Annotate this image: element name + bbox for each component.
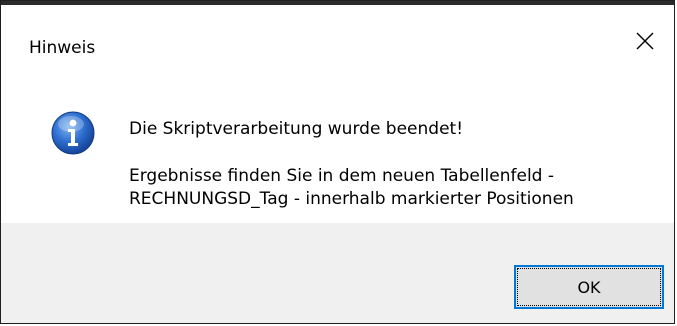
message-line-3: RECHNUNGSD_Tag - innerhalb markierter Po… xyxy=(129,189,574,209)
title-bar: Hinweis xyxy=(1,5,674,83)
message-line-2: Ergebnisse finden Sie in dem neuen Tabel… xyxy=(129,166,555,186)
message-line-1: Die Skriptverarbeitung wurde beendet! xyxy=(129,119,464,139)
dialog-title: Hinweis xyxy=(29,38,96,58)
ok-button[interactable]: OK xyxy=(514,265,664,309)
dialog-content: Die Skriptverarbeitung wurde beendet! Er… xyxy=(1,83,674,223)
info-icon xyxy=(51,111,95,155)
message-dialog: Hinweis Die Skriptverarbeitung wurde bee… xyxy=(0,0,675,324)
ok-button-label: OK xyxy=(577,277,601,297)
close-button[interactable] xyxy=(616,5,674,77)
dialog-footer: OK xyxy=(1,223,674,323)
close-icon xyxy=(636,32,654,50)
